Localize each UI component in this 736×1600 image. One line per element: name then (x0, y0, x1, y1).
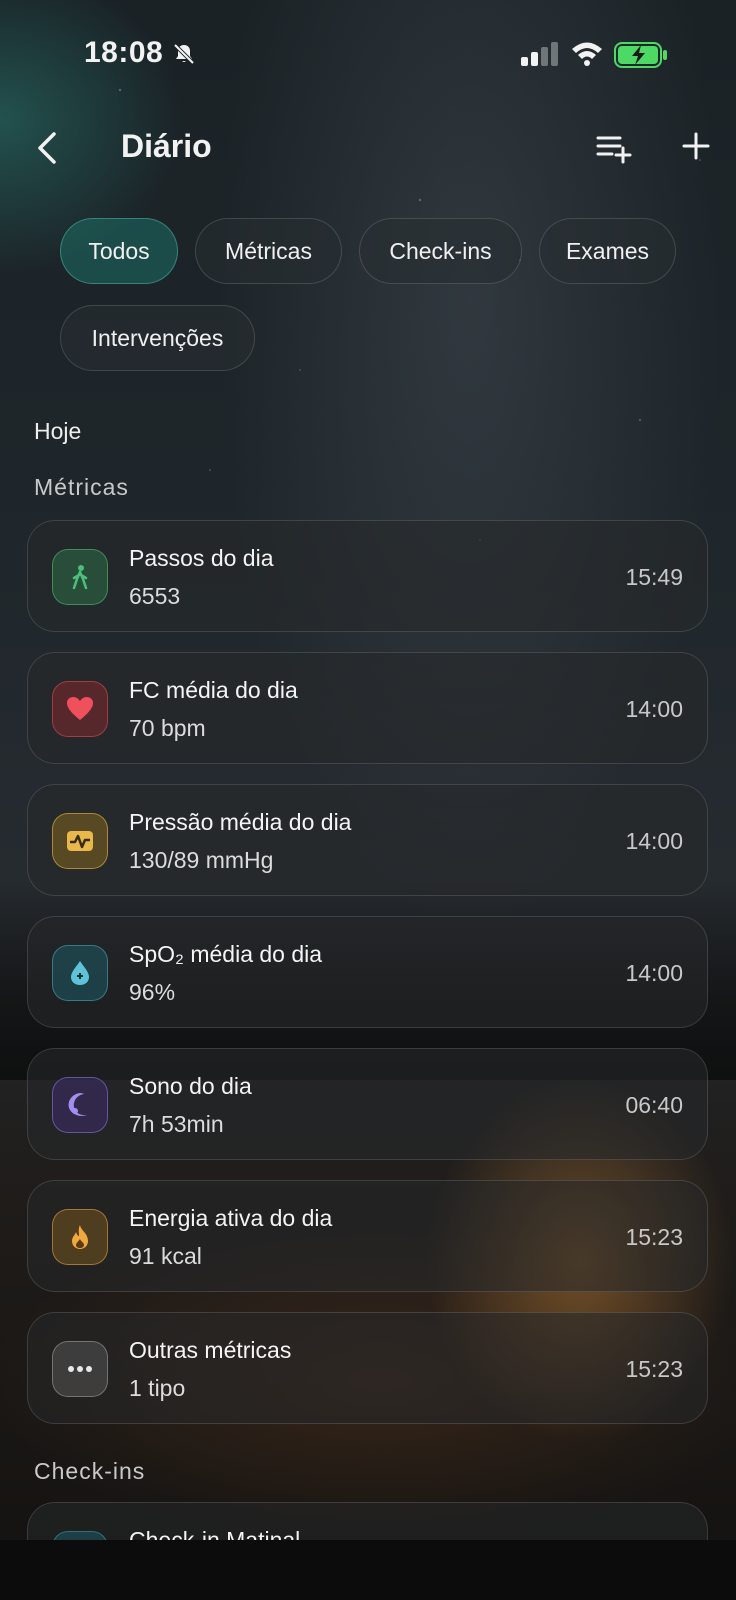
metric-card-fc[interactable]: FC média do dia 70 bpm 14:00 (27, 652, 708, 764)
add-to-list-icon[interactable] (596, 132, 632, 164)
drop-icon (52, 945, 108, 1001)
filter-chip-metricas[interactable]: Métricas (195, 218, 342, 284)
battery-charging-icon (614, 42, 667, 68)
metric-value: 70 bpm (129, 715, 206, 741)
metric-time: 15:23 (625, 1356, 683, 1382)
metric-title: Outras métricas (129, 1337, 292, 1363)
filter-chip-label: Métricas (225, 237, 312, 264)
filter-chip-check-ins[interactable]: Check-ins (359, 218, 522, 284)
metric-title: SpO₂ média do dia (129, 941, 323, 967)
flame-icon (52, 1209, 108, 1265)
filter-chip-label: Todos (88, 237, 150, 264)
filter-chip-todos[interactable]: Todos (60, 218, 178, 284)
more-icon (52, 1341, 108, 1397)
filter-chip-label: Check-ins (389, 237, 492, 264)
metric-title: Sono do dia (129, 1073, 252, 1099)
metric-title: Energia ativa do dia (129, 1205, 333, 1231)
filter-chip-label: Exames (565, 237, 650, 264)
bell-muted-icon (173, 43, 195, 65)
metric-card-pressao[interactable]: Pressão média do dia 130/89 mmHg 14:00 (27, 784, 708, 896)
back-arrow-icon[interactable] (32, 128, 62, 168)
metric-time: 15:23 (625, 1224, 683, 1250)
metric-title: Pressão média do dia (129, 809, 352, 835)
metric-time: 15:49 (625, 564, 683, 590)
moon-icon (52, 1077, 108, 1133)
section-heading-metricas: Métricas (34, 474, 129, 500)
metric-value: 7h 53min (129, 1111, 224, 1137)
metric-time: 14:00 (625, 828, 683, 854)
section-heading-check-ins: Check-ins (34, 1458, 146, 1484)
wifi-icon (572, 42, 602, 66)
cellular-signal-icon (521, 42, 558, 66)
filter-chip-intervencoes[interactable]: Intervenções (60, 305, 255, 371)
metric-card-spo2[interactable]: SpO₂ média do dia 96% 14:00 (27, 916, 708, 1028)
walking-icon (52, 549, 108, 605)
filter-chip-label: Intervenções (91, 324, 224, 351)
metric-time: 14:00 (625, 696, 683, 722)
filter-chip-exames[interactable]: Exames (539, 218, 676, 284)
pulse-icon (52, 813, 108, 869)
checkin-icon (52, 1531, 108, 1582)
add-icon[interactable] (680, 130, 712, 162)
metric-card-energia[interactable]: Energia ativa do dia 91 kcal 15:23 (27, 1180, 708, 1292)
page-title: Diário (121, 128, 212, 164)
metric-value: 96% (129, 979, 176, 1005)
metric-card-passos[interactable]: Passos do dia 6553 15:49 (27, 520, 708, 632)
metric-title: FC média do dia (129, 677, 298, 703)
metric-value: 1 tipo (129, 1375, 186, 1401)
app-header: Diário (0, 118, 736, 182)
metric-title: Passos do dia (129, 545, 274, 571)
date-heading: Hoje (34, 418, 82, 444)
metric-value: 130/89 mmHg (129, 847, 274, 873)
metric-value: 6553 (129, 583, 181, 609)
metric-card-outras[interactable]: Outras métricas 1 tipo 15:23 (27, 1312, 708, 1424)
checkin-title: Check-in Matinal (129, 1527, 301, 1553)
metric-time: 14:00 (625, 960, 683, 986)
metric-value: 91 kcal (129, 1243, 202, 1269)
status-bar: 18:08 (0, 34, 736, 74)
checkin-card-matinal[interactable]: Check-in Matinal (27, 1502, 708, 1582)
status-time: 18:08 (84, 36, 164, 69)
metric-time: 06:40 (625, 1092, 683, 1118)
metric-card-sono[interactable]: Sono do dia 7h 53min 06:40 (27, 1048, 708, 1160)
heart-icon (52, 681, 108, 737)
